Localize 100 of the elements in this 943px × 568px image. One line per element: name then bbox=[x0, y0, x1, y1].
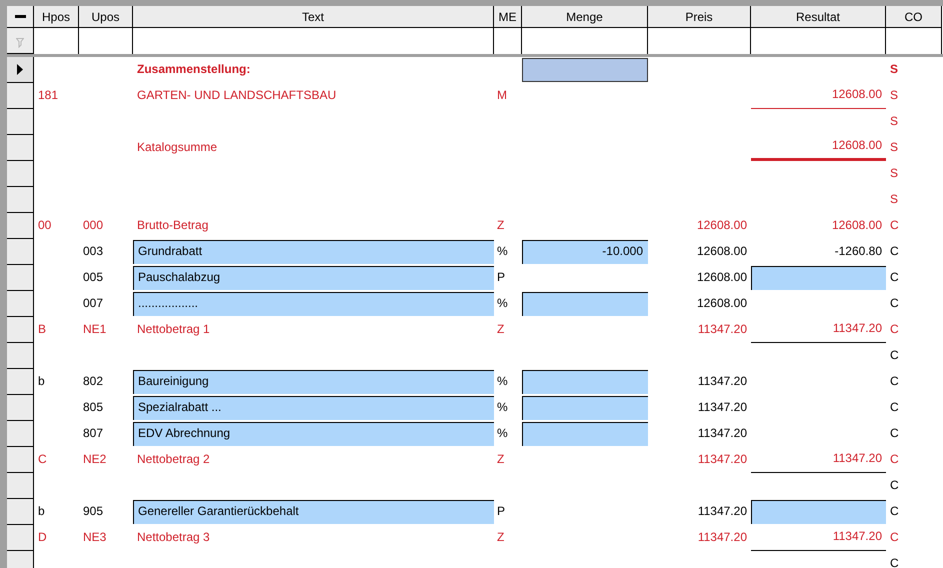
table-cell: Nettobetrag 2 bbox=[137, 452, 210, 466]
table-cell: % bbox=[497, 244, 508, 258]
row-pointer-icon bbox=[17, 64, 23, 75]
table-cell: 802 bbox=[83, 374, 104, 388]
table-cell: % bbox=[497, 374, 508, 388]
table-cell: C bbox=[890, 244, 899, 258]
table-cell: 003 bbox=[83, 244, 104, 258]
table-cell: 12608.00 bbox=[696, 218, 747, 232]
table-cell: 12608.00 bbox=[832, 218, 882, 232]
row-header[interactable] bbox=[7, 369, 34, 395]
row-header[interactable] bbox=[7, 395, 34, 421]
text-field[interactable]: EDV Abrechnung bbox=[133, 422, 494, 446]
table-cell: 12608.00 bbox=[696, 296, 747, 310]
table-cell: S bbox=[890, 192, 898, 206]
table-cell: Z bbox=[497, 452, 504, 466]
table-cell: % bbox=[497, 296, 508, 310]
row-header[interactable] bbox=[7, 187, 34, 213]
table-cell: C bbox=[890, 452, 899, 466]
row-header[interactable] bbox=[7, 473, 34, 499]
result-field[interactable] bbox=[751, 266, 886, 290]
table-cell: C bbox=[890, 296, 899, 310]
table-cell: GARTEN- UND LANDSCHAFTSBAU bbox=[137, 88, 336, 102]
table-cell: 11347.20 bbox=[698, 530, 747, 544]
table-cell: 905 bbox=[83, 504, 104, 518]
table-cell: S bbox=[890, 166, 898, 180]
table-cell: C bbox=[890, 556, 899, 568]
text-field[interactable]: Spezialrabatt ... bbox=[133, 396, 494, 420]
row-header[interactable] bbox=[7, 525, 34, 551]
table-cell: NE3 bbox=[83, 530, 106, 544]
table-cell: M bbox=[497, 88, 507, 102]
row-header[interactable] bbox=[7, 317, 34, 343]
table-cell: 181 bbox=[38, 88, 58, 102]
table-cell: S bbox=[890, 140, 898, 154]
table-cell: 12608.00 bbox=[832, 138, 882, 152]
row-header[interactable] bbox=[7, 239, 34, 265]
text-field[interactable]: Baureinigung bbox=[133, 370, 494, 394]
collapse-icon[interactable] bbox=[14, 15, 26, 18]
result-field[interactable] bbox=[751, 500, 886, 524]
row-header[interactable] bbox=[7, 109, 34, 135]
table-cell: Brutto-Betrag bbox=[137, 218, 208, 232]
row-header[interactable] bbox=[7, 57, 34, 83]
table-cell: -1260.80 bbox=[834, 244, 882, 258]
table-cell: S bbox=[890, 88, 898, 102]
row-header[interactable] bbox=[7, 161, 34, 187]
table-cell: 11347.20 bbox=[698, 374, 747, 388]
text-field[interactable]: Genereller Garantierückbehalt bbox=[133, 500, 494, 524]
row-header[interactable] bbox=[7, 499, 34, 525]
quantity-field[interactable] bbox=[522, 422, 648, 446]
row-header[interactable] bbox=[7, 291, 34, 317]
table-cell: S bbox=[890, 114, 898, 128]
table-cell: Z bbox=[497, 218, 504, 232]
table-cell: Z bbox=[497, 530, 504, 544]
quantity-field[interactable] bbox=[522, 292, 648, 316]
text-field[interactable]: Pauschalabzug bbox=[133, 266, 494, 290]
column-header[interactable]: Hpos bbox=[34, 6, 79, 28]
table-cell: NE2 bbox=[83, 452, 106, 466]
row-header[interactable] bbox=[7, 447, 34, 473]
table-cell: P bbox=[497, 270, 506, 284]
quantity-field[interactable]: -10.000 bbox=[522, 240, 648, 264]
table-cell: C bbox=[890, 504, 899, 518]
table-cell: 11347.20 bbox=[698, 322, 747, 336]
table-cell: 005 bbox=[83, 270, 104, 284]
column-header[interactable]: Resultat bbox=[751, 6, 886, 28]
table-cell: 11347.20 bbox=[832, 321, 882, 335]
table-cell: C bbox=[890, 374, 899, 388]
column-header[interactable]: Upos bbox=[79, 6, 133, 28]
row-header[interactable] bbox=[7, 343, 34, 369]
quantity-field[interactable] bbox=[522, 58, 648, 82]
column-header[interactable]: Text bbox=[133, 6, 494, 28]
text-field[interactable]: Grundrabatt bbox=[133, 240, 494, 264]
table-cell: 11347.20 bbox=[698, 504, 747, 518]
row-header[interactable] bbox=[7, 265, 34, 291]
row-header[interactable] bbox=[7, 135, 34, 161]
text-field[interactable]: .................. bbox=[133, 292, 494, 316]
table-cell: Nettobetrag 1 bbox=[137, 322, 210, 336]
column-header[interactable]: Preis bbox=[648, 6, 751, 28]
table-cell: S bbox=[890, 62, 898, 76]
table-cell: D bbox=[38, 530, 47, 544]
table-cell: 000 bbox=[83, 218, 104, 232]
table-cell: 12608.00 bbox=[832, 87, 882, 101]
table-cell: C bbox=[890, 218, 899, 232]
row-header[interactable] bbox=[7, 421, 34, 447]
table-cell: b bbox=[38, 504, 45, 518]
table-cell: 11347.20 bbox=[698, 400, 747, 414]
row-header[interactable] bbox=[7, 213, 34, 239]
table-cell: 805 bbox=[83, 400, 104, 414]
row-header[interactable] bbox=[7, 83, 34, 109]
table-cell: Z bbox=[497, 322, 504, 336]
column-header[interactable]: Menge bbox=[522, 6, 648, 28]
quantity-field[interactable] bbox=[522, 396, 648, 420]
quantity-field[interactable] bbox=[522, 370, 648, 394]
column-header[interactable]: ME bbox=[494, 6, 522, 28]
table-cell: % bbox=[497, 426, 508, 440]
table-cell: NE1 bbox=[83, 322, 106, 336]
table-cell: 11347.20 bbox=[698, 452, 747, 466]
table-cell: 007 bbox=[83, 296, 104, 310]
table-cell: b bbox=[38, 374, 45, 388]
table-cell: Nettobetrag 3 bbox=[137, 530, 210, 544]
table-cell: C bbox=[890, 322, 899, 336]
column-header[interactable]: CO bbox=[886, 6, 942, 28]
